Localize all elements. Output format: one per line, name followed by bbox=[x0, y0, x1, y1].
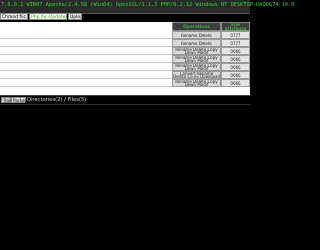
attribute-cell[interactable]: 0666 bbox=[221, 79, 250, 87]
server-info-bar: 7.6.0.1 WIN07 Apache/2.4.58 (Win64) Open… bbox=[0, 0, 294, 14]
operations-cell[interactable]: Rename Delete Package bbox=[172, 39, 221, 47]
operations-cell[interactable]: Rename Delete Copy Down Modif bbox=[172, 63, 221, 71]
table-row[interactable] bbox=[0, 71, 172, 79]
attribute-cell[interactable]: 0777 bbox=[221, 31, 250, 39]
attribute-cell[interactable]: 0666 bbox=[221, 63, 250, 71]
operations-cell[interactable]: Rename Delete Copy Down Modif bbox=[172, 55, 221, 63]
table-row[interactable] bbox=[0, 47, 172, 55]
operations-cell[interactable]: Rename Delete Copy Down Modif bbox=[172, 47, 221, 55]
prefix-button[interactable]: Chmod fiic bbox=[0, 13, 28, 20]
attribute-cell[interactable]: 0666 bbox=[221, 47, 250, 55]
operations-cell[interactable]: Convert Rename Delete Co py Download bbox=[172, 71, 221, 79]
attribute-cell[interactable]: 0777 bbox=[221, 39, 250, 47]
path-input[interactable]: Php fiic-Updated bbox=[29, 13, 67, 20]
table-row[interactable] bbox=[0, 79, 172, 87]
upload-button[interactable]: Upload bbox=[68, 13, 82, 20]
attribute-cell[interactable]: 0666 bbox=[221, 55, 250, 63]
terminal-area bbox=[0, 104, 250, 250]
toolbar: Chmod fiic Php fiic-Updated Upload bbox=[0, 13, 250, 21]
server-info-text: 7.6.0.1 WIN07 Apache/2.4.58 (Win64) Open… bbox=[1, 2, 295, 8]
table-row[interactable] bbox=[0, 39, 172, 47]
attribute-cell[interactable]: 0666 bbox=[221, 71, 250, 79]
table-row[interactable] bbox=[0, 55, 172, 63]
table-row[interactable] bbox=[0, 31, 172, 39]
tab-package[interactable]: Package bbox=[11, 97, 30, 103]
section-divider bbox=[0, 95, 250, 96]
divider bbox=[0, 104, 250, 105]
directory-summary: Directories(2) / Files(5) bbox=[27, 97, 87, 103]
attribute-header: File attribute bbox=[221, 22, 250, 32]
operations-header: Operations bbox=[172, 22, 221, 31]
operations-cell[interactable]: Rename Delete Copy Down Modif bbox=[172, 79, 221, 87]
file-table: Operations File attribute Rename Delete … bbox=[0, 22, 250, 95]
table-row[interactable] bbox=[0, 63, 172, 71]
tab-trail[interactable]: Trail bbox=[1, 97, 11, 103]
operations-cell[interactable]: Rename Delete Package bbox=[172, 31, 221, 39]
file-list-column bbox=[0, 22, 172, 95]
